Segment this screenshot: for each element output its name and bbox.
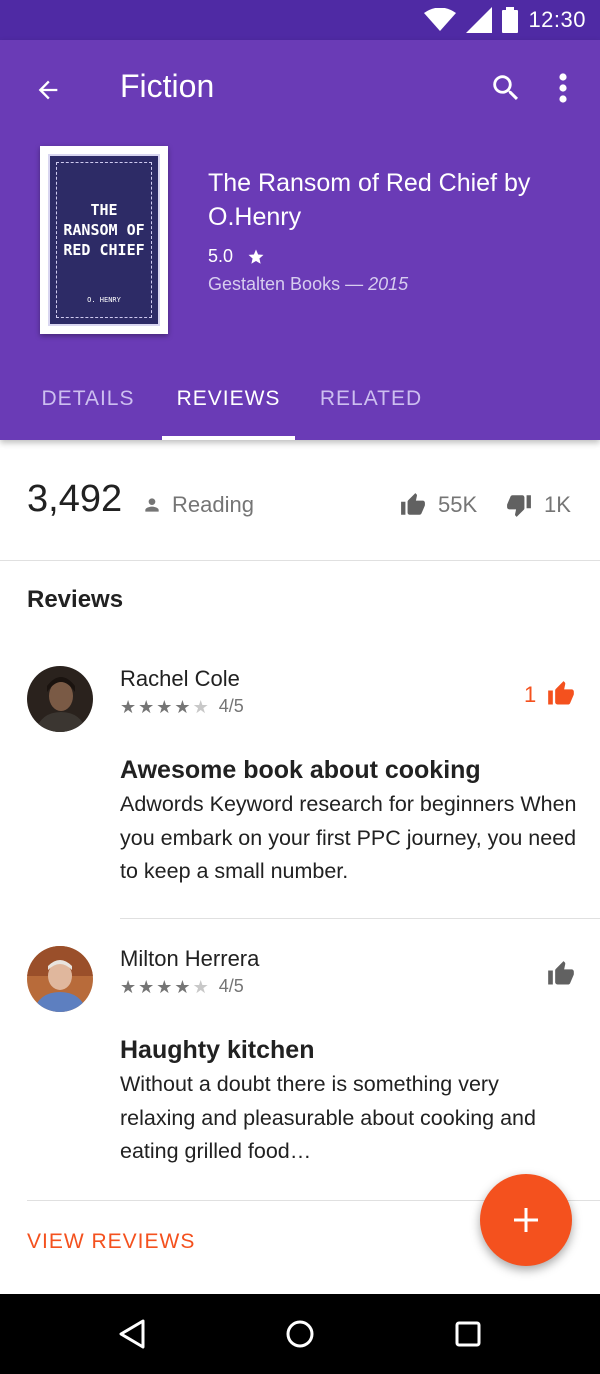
rating-score: 4/5 [218, 976, 244, 996]
reviewer-name: Milton Herrera [120, 946, 260, 971]
review-title: Awesome book about cooking [120, 756, 481, 784]
book-title: The Ransom of Red Chief by O.Henry [208, 169, 531, 231]
rating-score: 4/5 [218, 696, 244, 716]
add-review-fab[interactable] [480, 1174, 572, 1266]
person-icon [145, 498, 159, 512]
star-icon: ★ [138, 696, 155, 717]
more-options-button[interactable] [548, 68, 578, 108]
search-icon [493, 75, 519, 101]
dislikes-counter[interactable]: 1K [506, 492, 571, 518]
book-cover[interactable]: THE RANSOM OF RED CHIEF O. HENRY [40, 146, 168, 334]
star-icon: ★ [120, 976, 137, 997]
reading-label: Reading [172, 492, 254, 517]
thumb-up-icon [548, 961, 574, 985]
review-title: Haughty kitchen [120, 1036, 315, 1064]
tab-details[interactable]: DETAILS [20, 366, 156, 440]
review-body: Adwords Keyword research for beginners W… [120, 792, 577, 883]
page-title: Fiction [120, 68, 215, 104]
nav-home-button[interactable] [280, 1314, 320, 1354]
book-stats: 3,492 Reading 55K 1K [0, 440, 600, 561]
book-cover-art: THE RANSOM OF RED CHIEF O. HENRY [48, 154, 160, 326]
rating-value: 5.0 [208, 246, 234, 266]
avatar[interactable] [27, 946, 93, 1012]
star-empty-icon: ★ [192, 976, 209, 997]
review-body: Without a doubt there is something very … [120, 1072, 536, 1163]
book-publisher: Gestalten Books — 2015 [208, 274, 408, 295]
system-nav-bar [0, 1294, 600, 1374]
tab-bar: DETAILS REVIEWS RELATED [0, 366, 600, 440]
star-icon: ★ [156, 976, 173, 997]
reviews-heading: Reviews [27, 586, 124, 613]
star-rating: ★ ★ ★ ★ ★ 4/5 [120, 976, 244, 997]
reading-indicator: Reading [142, 492, 254, 518]
status-bar: 12:30 [0, 0, 600, 40]
back-button[interactable] [28, 70, 68, 110]
cover-title: THE RANSOM OF RED CHIEF [63, 201, 145, 259]
thumb-up-icon [401, 493, 425, 515]
star-icon [248, 249, 264, 264]
readers-count: 3,492 [27, 478, 123, 520]
arrow-back-icon [38, 80, 58, 100]
nav-recents-button[interactable] [448, 1314, 488, 1354]
publish-year: 2015 [368, 274, 409, 294]
nav-recents-icon [455, 1321, 481, 1347]
wifi-icon [424, 8, 457, 31]
status-icons: 12:30 [424, 6, 586, 34]
search-button[interactable] [486, 68, 526, 108]
book-rating: 5.0 [208, 246, 265, 267]
avatar-image [27, 666, 93, 732]
likes-counter[interactable]: 55K [400, 492, 477, 518]
likes-count: 55K [438, 492, 478, 517]
thumb-down-icon [507, 495, 531, 517]
battery-icon [502, 7, 519, 33]
star-icon: ★ [174, 976, 191, 997]
star-icon: ★ [138, 976, 155, 997]
nav-back-button[interactable] [112, 1314, 152, 1354]
app-bar: Fiction THE RANSOM OF RED CHIEF O. HENRY… [0, 40, 600, 440]
review-like-button[interactable] [546, 959, 576, 989]
star-icon: ★ [120, 696, 137, 717]
reviewer-name: Rachel Cole [120, 666, 240, 691]
review-like-count: 1 [524, 682, 537, 707]
nav-back-icon [119, 1319, 145, 1349]
star-empty-icon: ★ [192, 696, 209, 717]
divider [120, 918, 600, 919]
tab-reviews[interactable]: REVIEWS [162, 366, 295, 440]
star-icon: ★ [174, 696, 191, 717]
signal-icon [466, 7, 493, 33]
nav-home-icon [286, 1320, 314, 1348]
dislikes-count: 1K [544, 492, 571, 517]
thumb-up-icon [548, 681, 574, 705]
avatar[interactable] [27, 666, 93, 732]
publisher-name: Gestalten Books [208, 274, 341, 294]
more-vert-icon [559, 73, 567, 103]
star-rating: ★ ★ ★ ★ ★ 4/5 [120, 696, 244, 717]
view-reviews-button[interactable]: VIEW REVIEWS [27, 1230, 195, 1254]
cover-author: O. HENRY [87, 296, 121, 304]
review-like-button[interactable] [546, 679, 576, 709]
star-icon: ★ [156, 696, 173, 717]
plus-icon [514, 1208, 538, 1232]
avatar-image [27, 946, 93, 1012]
publisher-separator: — [340, 274, 369, 294]
tab-related[interactable]: RELATED [300, 366, 442, 440]
status-time: 12:30 [528, 7, 586, 32]
